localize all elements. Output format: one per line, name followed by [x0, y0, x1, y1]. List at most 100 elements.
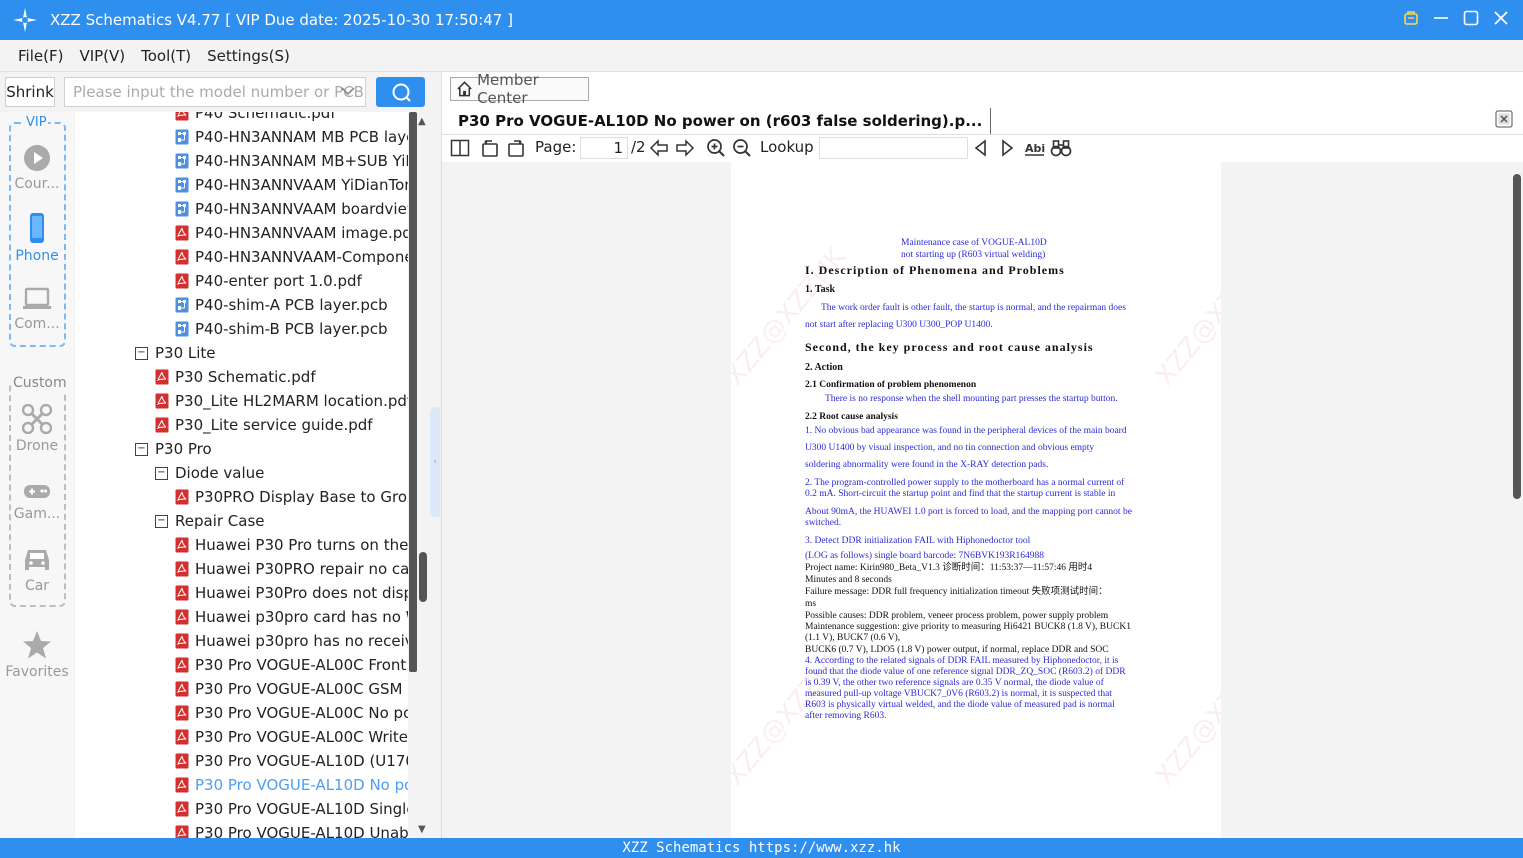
drone-icon	[22, 404, 52, 434]
collapse-toggle-icon[interactable]: −	[155, 466, 168, 480]
tree-item-label: P30PRO Display Base to Ground	[195, 488, 408, 506]
zoom-in-icon[interactable]	[706, 138, 726, 158]
tree-file[interactable]: P40-HN3ANNVAAM-Componer	[175, 245, 408, 269]
menu-tool[interactable]: Tool(T)	[141, 47, 191, 65]
member-center-button[interactable]: Member Center	[450, 71, 589, 107]
binoculars-icon[interactable]	[1050, 138, 1072, 158]
tree-file[interactable]: P40-shim-A PCB layer.pcb	[175, 293, 388, 317]
find-previous-icon[interactable]	[972, 138, 990, 158]
rotate-right-icon[interactable]	[506, 138, 526, 158]
tree-folder[interactable]: − Repair Case	[155, 509, 265, 533]
pdf-text-line: Minutes and 8 seconds	[805, 575, 892, 585]
viewer-scroll-thumb[interactable]	[1513, 174, 1521, 499]
pdf-subheading: 2.1 Confirmation of problem phenomenon	[805, 380, 977, 390]
collapse-toggle-icon[interactable]: −	[135, 442, 148, 456]
tree-file[interactable]: P30 Pro VOGUE-AL10D Single s	[175, 797, 408, 821]
tree-file[interactable]: P40-HN3ANNAM MB PCB layer	[175, 125, 408, 149]
pdf-text-line: Project name: Kirin980_Beta_V1.3 诊断时间：11…	[805, 563, 1093, 573]
tree-file[interactable]: Huawei P30 Pro turns on the lo	[175, 533, 408, 557]
search-input[interactable]: Please input the model number or PCB	[64, 77, 366, 107]
collapse-toggle-icon[interactable]: −	[135, 346, 148, 360]
tree-file[interactable]: P40-shim-B PCB layer.pcb	[175, 317, 387, 341]
category-game[interactable]: Gam...	[0, 480, 74, 522]
tree-file[interactable]: P40-HN3ANNAM MB+SUB YiDi	[175, 149, 408, 173]
close-icon[interactable]	[1493, 8, 1509, 28]
category-course[interactable]: Cour...	[0, 144, 74, 192]
tree-folder[interactable]: − P30 Pro	[135, 437, 212, 461]
tree-file[interactable]: P30 Pro VOGUE-AL10D No pow	[175, 773, 408, 797]
tree-file[interactable]: P30 Pro VOGUE-AL10D (U1701 f	[175, 749, 408, 773]
tree-file[interactable]: P40-enter port 1.0.pdf	[175, 269, 362, 293]
scroll-down-arrow-icon[interactable]: ▼	[418, 824, 426, 835]
rotate-left-icon[interactable]	[480, 138, 500, 158]
category-car[interactable]: Car	[0, 546, 74, 594]
tree-file[interactable]: P40-HN3ANNVAAM YiDianTon	[175, 173, 408, 197]
menu-settings[interactable]: Settings(S)	[207, 47, 290, 65]
tree-file[interactable]: P30PRO Display Base to Ground	[175, 485, 408, 509]
viewer-scrollbar[interactable]	[1510, 162, 1523, 838]
tree-item-label: Huawei P30Pro does not displa	[195, 584, 408, 602]
close-tab-icon[interactable]	[1495, 110, 1513, 128]
tree-file[interactable]: P40-HN3ANNVAAM boardview	[175, 197, 408, 221]
tree-file[interactable]: P40-HN3ANNVAAM image.pdf	[175, 221, 408, 245]
pdf-viewer[interactable]: XZZ@XZZHK XZZ@XZZHK XZZ@XZZHK XZZ@XZZHK …	[442, 162, 1510, 838]
pdf-header-line: Maintenance case of VOGUE-AL10D	[901, 238, 1047, 248]
category-computer[interactable]: Com...	[0, 286, 74, 332]
scroll-up-arrow-icon[interactable]: ▲	[418, 116, 426, 127]
tree-file[interactable]: P30 Pro VOGUE-AL00C No pow	[175, 701, 408, 725]
tree-file[interactable]: P30 Pro VOGUE-AL00C Front an	[175, 653, 408, 677]
minimize-icon[interactable]	[1433, 8, 1449, 28]
maximize-icon[interactable]	[1463, 8, 1479, 28]
pdf-file-icon	[175, 489, 189, 505]
tree-file[interactable]: Huawei p30pro card has no Wif	[175, 605, 408, 629]
category-favorites[interactable]: Favorites	[0, 630, 74, 680]
lookup-input[interactable]	[819, 137, 968, 159]
shrink-button[interactable]: Shrink	[5, 77, 55, 107]
tree-file[interactable]: Huawei P30Pro does not displa	[175, 581, 408, 605]
tree-file[interactable]: P30_Lite service guide.pdf	[155, 413, 373, 437]
find-next-icon[interactable]	[998, 138, 1016, 158]
tree-file[interactable]: P30 Pro VOGUE-AL10D Unable	[175, 821, 408, 838]
collapse-toggle-icon[interactable]: −	[155, 514, 168, 528]
page-number-input[interactable]: 1	[580, 137, 628, 159]
pdf-text-line: Maintenance suggestion: give priority to…	[805, 622, 1131, 632]
pdf-subheading: 2. Action	[805, 362, 843, 373]
menu-file[interactable]: File(F)	[18, 47, 63, 65]
next-page-icon[interactable]	[675, 138, 695, 158]
category-label: Favorites	[5, 664, 69, 680]
left-panel: Shrink Please input the model number or …	[0, 72, 441, 838]
document-tab[interactable]: P30 Pro VOGUE-AL10D No power on (r603 fa…	[450, 108, 992, 134]
category-drone[interactable]: Drone	[0, 404, 74, 454]
pdf-file-icon	[175, 609, 189, 625]
tree-scrollbar[interactable]: ▲ ▼	[408, 112, 430, 838]
tree-file[interactable]: P30 Pro VOGUE-AL00C GSM Re	[175, 677, 408, 701]
split-view-icon[interactable]	[450, 138, 470, 158]
tree-item-label: Huawei P30 Pro turns on the lo	[195, 536, 408, 554]
tree-folder[interactable]: − Diode value	[155, 461, 264, 485]
pdf-file-icon	[155, 417, 169, 433]
tree-file[interactable]: Huawei p30pro has no receiver,	[175, 629, 408, 653]
status-text: XZZ Schematics https://www.xzz.hk	[622, 840, 901, 856]
tree-file[interactable]: Huawei P30PRO repair no call s	[175, 557, 408, 581]
status-bar: XZZ Schematics https://www.xzz.hk	[0, 838, 1523, 858]
watermark: XZZ@XZZHK	[1149, 242, 1221, 392]
tree-folder[interactable]: − P30 Lite	[135, 341, 216, 365]
search-button[interactable]	[376, 77, 425, 107]
tree-item-label: Huawei p30pro has no receiver,	[195, 632, 408, 650]
tree-scroll-thumb[interactable]	[419, 552, 427, 602]
lookup-label: Lookup	[760, 138, 814, 156]
category-phone[interactable]: Phone	[0, 212, 74, 264]
menu-bar: File(F) VIP(V) Tool(T) Settings(S)	[0, 40, 1523, 72]
tree-file[interactable]: P30_Lite HL2MARM location.pdf	[155, 389, 408, 413]
category-bar: VIP Cour... Phone Com... Custom Drone Ga…	[0, 112, 74, 838]
prev-page-icon[interactable]	[649, 138, 669, 158]
collapse-panel-handle[interactable]: ‹	[430, 407, 440, 517]
vip-bag-icon[interactable]	[1403, 8, 1419, 28]
match-case-icon[interactable]: Abi	[1024, 138, 1046, 158]
chevron-down-icon[interactable]	[341, 86, 355, 96]
tree-file[interactable]: P40 Schematic.pdf	[175, 112, 336, 125]
menu-vip[interactable]: VIP(V)	[79, 47, 125, 65]
tree-file[interactable]: P30 Schematic.pdf	[155, 365, 316, 389]
zoom-out-icon[interactable]	[732, 138, 752, 158]
tree-file[interactable]: P30 Pro VOGUE-AL00C Write nu	[175, 725, 408, 749]
